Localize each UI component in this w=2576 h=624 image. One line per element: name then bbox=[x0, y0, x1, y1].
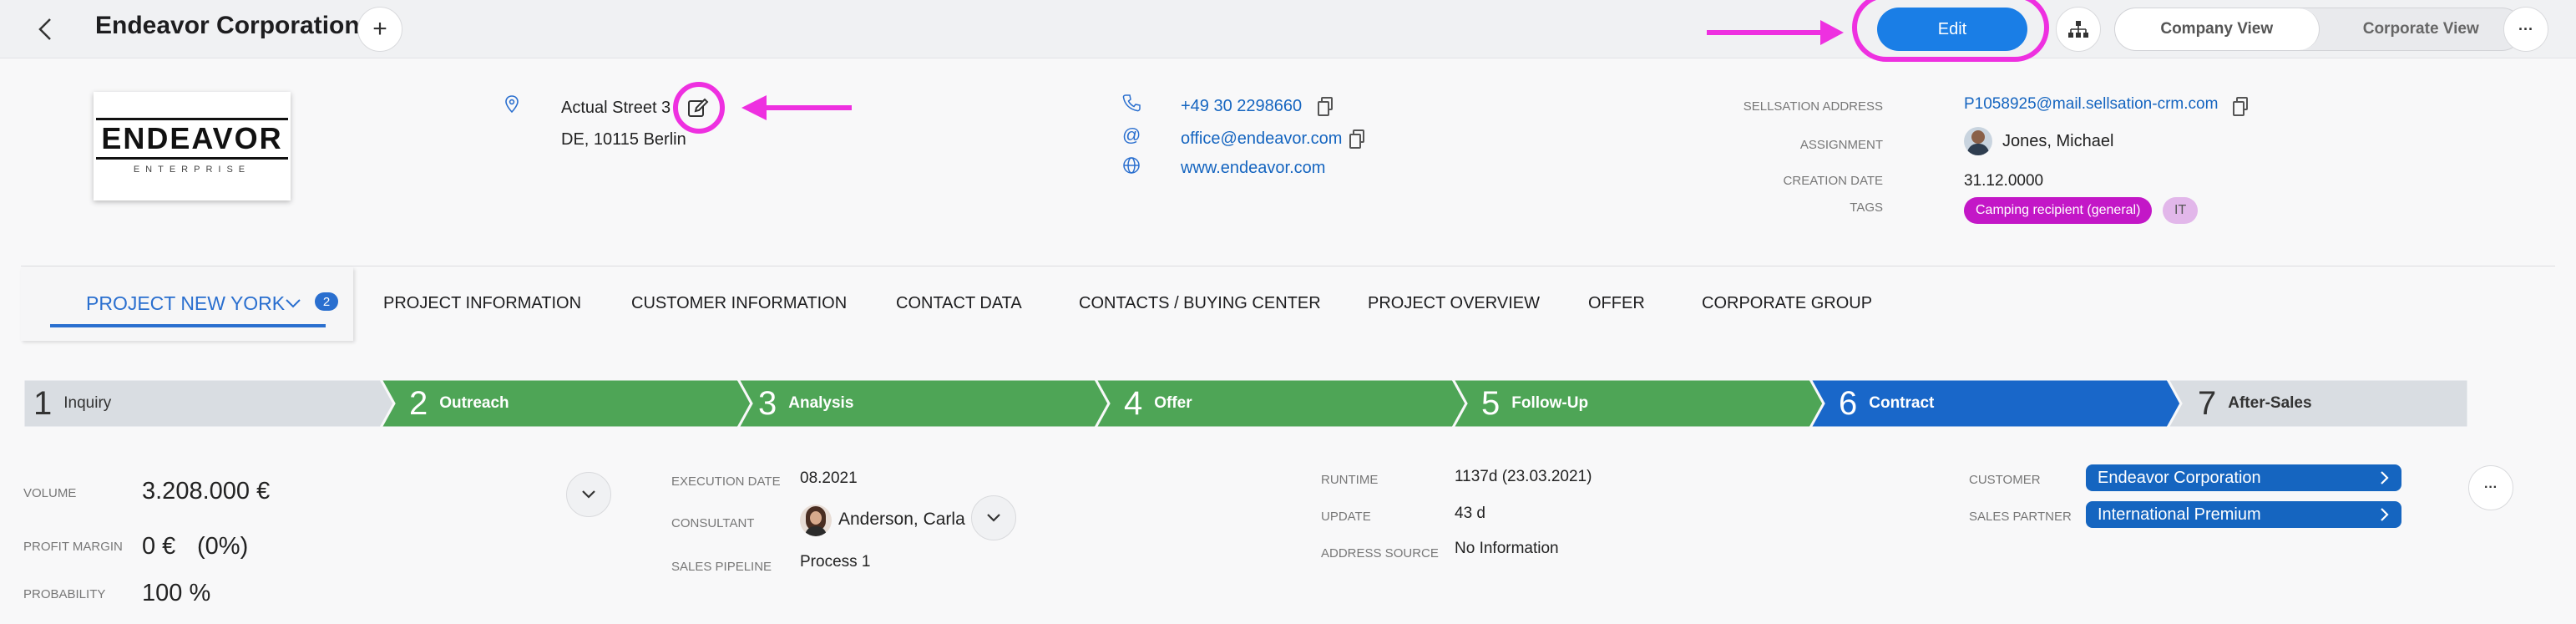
org-chart-icon bbox=[2068, 21, 2088, 38]
volume-label: VOLUME bbox=[23, 486, 77, 500]
expand-details-button[interactable] bbox=[566, 472, 611, 517]
customer-link-label: Endeavor Corporation bbox=[2098, 468, 2261, 487]
copy-sellsation-icon[interactable] bbox=[2233, 97, 2248, 116]
corporate-view-option[interactable]: Corporate View bbox=[2320, 8, 2523, 50]
consultant-label: CONSULTANT bbox=[671, 516, 755, 530]
more-icon: ··· bbox=[2484, 480, 2498, 495]
assignment-label: ASSIGNMENT bbox=[1799, 138, 1883, 152]
assignee-avatar bbox=[1964, 127, 1992, 155]
consultant-avatar bbox=[800, 505, 832, 536]
more-options-button[interactable]: ··· bbox=[2503, 7, 2548, 52]
edit-address-icon[interactable] bbox=[686, 96, 710, 119]
runtime-value: 1137d (23.03.2021) bbox=[1455, 468, 1592, 485]
website-link[interactable]: www.endeavor.com bbox=[1181, 159, 1325, 178]
chevron-down-icon bbox=[987, 514, 1000, 522]
address-source-label: ADDRESS SOURCE bbox=[1321, 546, 1439, 561]
location-icon bbox=[505, 95, 519, 114]
chevron-down-icon[interactable] bbox=[285, 297, 301, 309]
org-chart-button[interactable] bbox=[2056, 7, 2101, 52]
profit-margin-label: PROFIT MARGIN bbox=[23, 540, 123, 554]
stage-follow-up[interactable]: 5 Follow-Up bbox=[1481, 379, 1588, 428]
sales-partner-link[interactable]: International Premium bbox=[2086, 501, 2401, 528]
plus-icon: + bbox=[372, 15, 387, 43]
phone-icon bbox=[1122, 94, 1141, 112]
tag-camping[interactable]: Camping recipient (general) bbox=[1964, 197, 2153, 224]
tab-corporate-group[interactable]: CORPORATE GROUP bbox=[1702, 294, 1872, 313]
chevron-right-icon bbox=[2381, 471, 2389, 484]
add-button[interactable]: + bbox=[357, 7, 402, 52]
annotation-arrow-line bbox=[1707, 30, 1824, 35]
creation-date-value: 31.12.0000 bbox=[1964, 172, 2044, 190]
sellsation-address-link[interactable]: P1058925@mail.sellsation-crm.com bbox=[1964, 95, 2218, 114]
project-count-badge: 2 bbox=[315, 292, 338, 311]
edit-button[interactable]: Edit bbox=[1877, 8, 2027, 51]
tags-label: TAGS bbox=[1850, 200, 1883, 215]
execution-date-label: EXECUTION DATE bbox=[671, 474, 781, 489]
tab-offer[interactable]: OFFER bbox=[1588, 294, 1645, 313]
email-icon: @ bbox=[1122, 124, 1141, 145]
creation-date-label: CREATION DATE bbox=[1783, 174, 1883, 188]
customer-link[interactable]: Endeavor Corporation bbox=[2086, 464, 2401, 491]
copy-email-icon[interactable] bbox=[1349, 129, 1364, 149]
details-more-button[interactable]: ··· bbox=[2468, 465, 2513, 510]
volume-value: 3.208.000 € bbox=[142, 478, 271, 505]
consultant-dropdown-button[interactable] bbox=[971, 495, 1016, 540]
logo-wordmark: ENDEAVOR bbox=[96, 118, 288, 160]
tab-contacts-buying-center[interactable]: CONTACTS / BUYING CENTER bbox=[1079, 294, 1321, 313]
profit-margin-percent: (0%) bbox=[197, 533, 249, 560]
project-selector-tab[interactable]: PROJECT NEW YORK 2 bbox=[21, 267, 353, 341]
sales-partner-label: SALES PARTNER bbox=[1969, 510, 2072, 524]
address-source-value: No Information bbox=[1455, 540, 1559, 557]
chevron-right-icon bbox=[2381, 508, 2389, 521]
page-title: Endeavor Corporation bbox=[95, 12, 360, 39]
tab-project-information[interactable]: PROJECT INFORMATION bbox=[383, 294, 581, 313]
profit-margin-value: 0 € bbox=[142, 533, 176, 560]
stage-contract[interactable]: 6 Contract bbox=[1839, 379, 1934, 428]
phone-link[interactable]: +49 30 2298660 bbox=[1181, 97, 1302, 116]
sales-pipeline-value: Process 1 bbox=[800, 553, 871, 571]
view-toggle: Company View Corporate View bbox=[2114, 8, 2523, 51]
sellsation-address-label: SELLSATION ADDRESS bbox=[1743, 99, 1883, 114]
address-line-1: Actual Street 3 bbox=[561, 99, 671, 117]
company-view-option[interactable]: Company View bbox=[2115, 8, 2320, 50]
sales-pipeline-label: SALES PIPELINE bbox=[671, 560, 772, 574]
execution-date-value: 08.2021 bbox=[800, 469, 858, 487]
back-icon[interactable] bbox=[32, 15, 60, 43]
globe-icon bbox=[1123, 157, 1140, 174]
update-value: 43 d bbox=[1455, 505, 1485, 522]
consultant-value: Anderson, Carla bbox=[838, 510, 965, 529]
company-logo: ENDEAVOR ENTERPRISE bbox=[94, 92, 291, 200]
logo-subtitle: ENTERPRISE bbox=[133, 165, 251, 175]
address-line-2: DE, 10115 Berlin bbox=[561, 130, 686, 149]
update-label: UPDATE bbox=[1321, 510, 1371, 524]
sales-partner-link-label: International Premium bbox=[2098, 505, 2261, 524]
stage-after-sales[interactable]: 7 After-Sales bbox=[2198, 379, 2312, 428]
tab-customer-information[interactable]: CUSTOMER INFORMATION bbox=[631, 294, 847, 313]
chevron-down-icon bbox=[582, 490, 595, 499]
annotation-arrow-line-left bbox=[763, 105, 852, 110]
probability-value: 100 % bbox=[142, 580, 211, 606]
project-tab-label: PROJECT NEW YORK bbox=[86, 292, 286, 314]
stage-inquiry[interactable]: 1 Inquiry bbox=[33, 379, 111, 428]
runtime-label: RUNTIME bbox=[1321, 473, 1379, 487]
active-tab-indicator bbox=[50, 324, 326, 327]
copy-phone-icon[interactable] bbox=[1318, 97, 1333, 116]
tag-it[interactable]: IT bbox=[2163, 197, 2199, 224]
more-icon: ··· bbox=[2518, 20, 2533, 38]
top-bar: Endeavor Corporation + Edit Company View… bbox=[0, 0, 2576, 62]
tab-project-overview[interactable]: PROJECT OVERVIEW bbox=[1368, 294, 1540, 313]
customer-label: CUSTOMER bbox=[1969, 473, 2041, 487]
stage-outreach[interactable]: 2 Outreach bbox=[409, 379, 509, 428]
assignment-value: Jones, Michael bbox=[2002, 132, 2114, 150]
stage-analysis[interactable]: 3 Analysis bbox=[758, 379, 853, 428]
stage-offer[interactable]: 4 Offer bbox=[1124, 379, 1192, 428]
tab-contact-data[interactable]: CONTACT DATA bbox=[896, 294, 1022, 313]
email-link[interactable]: office@endeavor.com bbox=[1181, 129, 1342, 149]
sales-pipeline: 1 Inquiry 2 Outreach 3 Analysis 4 Offer … bbox=[23, 379, 2468, 428]
probability-label: PROBABILITY bbox=[23, 587, 106, 601]
annotation-arrow-head bbox=[1820, 20, 1844, 45]
